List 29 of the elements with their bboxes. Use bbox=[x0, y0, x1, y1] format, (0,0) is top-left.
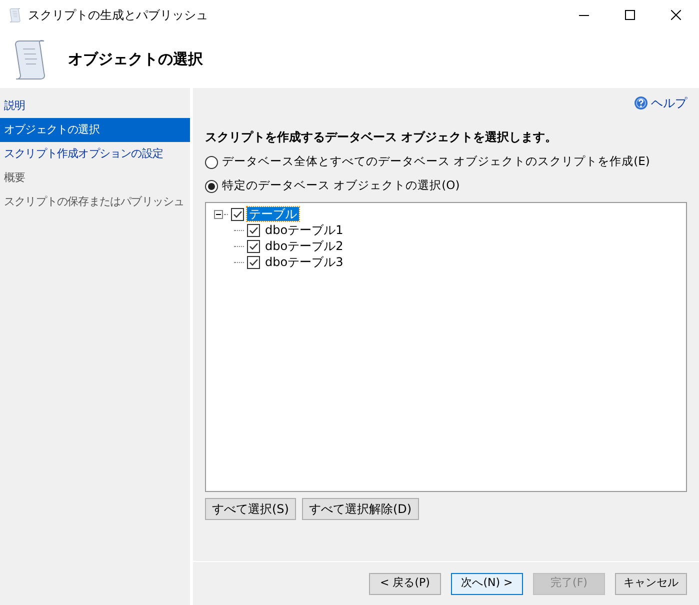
checkbox[interactable] bbox=[247, 224, 260, 236]
help-icon bbox=[634, 96, 648, 110]
radio-button[interactable] bbox=[205, 156, 218, 168]
wizard-button[interactable]: 次へ(N) > bbox=[451, 572, 523, 594]
tree-item[interactable]: dboテーブル1 bbox=[263, 223, 346, 237]
sidebar-item[interactable]: オブジェクトの選択 bbox=[0, 118, 190, 142]
tree-item[interactable]: テーブル bbox=[247, 207, 299, 221]
radio-label[interactable]: 特定のデータベース オブジェクトの選択(O) bbox=[222, 177, 460, 195]
select-button[interactable]: すべて選択解除(D) bbox=[302, 498, 419, 520]
help-link[interactable]: ヘルプ bbox=[634, 94, 687, 112]
checkbox[interactable] bbox=[247, 240, 260, 252]
sidebar-item[interactable]: スクリプト作成オプションの設定 bbox=[0, 142, 190, 166]
sidebar-item[interactable]: 説明 bbox=[0, 94, 190, 118]
tree-item[interactable]: dboテーブル3 bbox=[263, 255, 346, 269]
page-title: オブジェクトの選択 bbox=[68, 48, 203, 70]
select-button[interactable]: すべて選択(S) bbox=[205, 498, 296, 520]
wizard-button[interactable]: キャンセル bbox=[615, 572, 687, 594]
scroll-icon bbox=[8, 7, 22, 23]
window-title: スクリプトの生成とパブリッシュ bbox=[28, 7, 208, 24]
radio-label[interactable]: データベース全体とすべてのデータベース オブジェクトのスクリプトを作成(E) bbox=[222, 153, 650, 171]
collapse-icon[interactable] bbox=[214, 210, 223, 218]
checkbox[interactable] bbox=[247, 256, 260, 268]
checkbox[interactable] bbox=[231, 208, 244, 220]
maximize-icon bbox=[625, 10, 635, 20]
radio-button[interactable] bbox=[205, 180, 218, 192]
tree-item[interactable]: dboテーブル2 bbox=[263, 239, 346, 253]
instruction-text: スクリプトを作成するデータベース オブジェクトを選択します。 bbox=[205, 129, 558, 146]
close-icon bbox=[671, 10, 681, 20]
wizard-button[interactable]: < 戻る(P) bbox=[369, 572, 441, 594]
